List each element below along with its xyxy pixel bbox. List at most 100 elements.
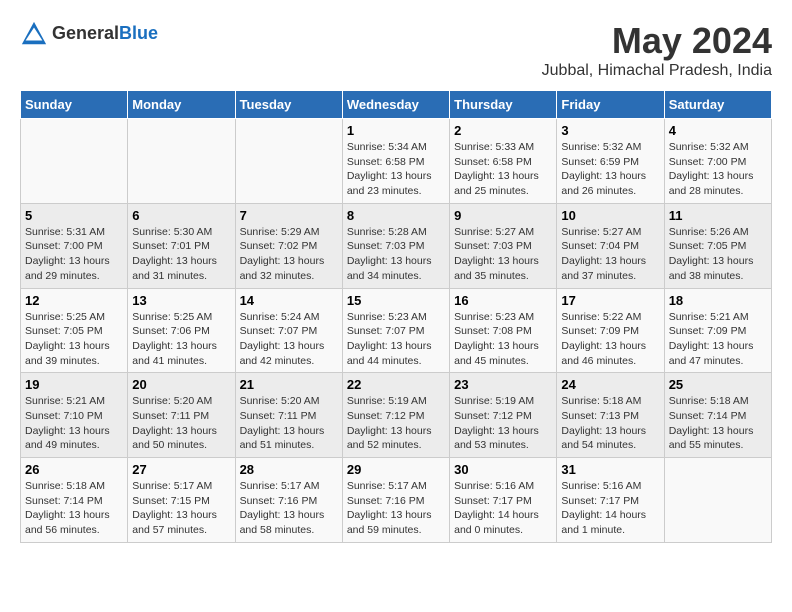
day-info: Sunrise: 5:20 AM Sunset: 7:11 PM Dayligh… [132,394,230,453]
calendar-cell: 10 Sunrise: 5:27 AM Sunset: 7:04 PM Dayli… [557,203,664,288]
day-number: 3 [561,123,659,138]
day-number: 21 [240,377,338,392]
calendar-cell: 22Sunrise: 5:19 AM Sunset: 7:12 PM Dayli… [342,373,449,458]
month-title: May 2024 [542,20,772,62]
day-info: Sunrise: 5:19 AM Sunset: 7:12 PM Dayligh… [454,394,552,453]
title-block: May 2024 Jubbal, Himachal Pradesh, India [542,20,772,80]
day-number: 6 [132,208,230,223]
calendar-cell: 30 Sunrise: 5:16 AM Sunset: 7:17 PM Dayli… [450,458,557,543]
day-number: 4 [669,123,767,138]
calendar-cell [664,458,771,543]
logo-general: GeneralBlue [52,24,158,44]
calendar-cell: 19 Sunrise: 5:21 AM Sunset: 7:10 PM Dayli… [21,373,128,458]
calendar-week-1: 1 Sunrise: 5:34 AM Sunset: 6:58 PM Daylig… [21,119,772,204]
day-info: Sunrise: 5:30 AM Sunset: 7:01 PM Dayligh… [132,225,230,284]
calendar-cell: 26 Sunrise: 5:18 AM Sunset: 7:14 PM Dayli… [21,458,128,543]
day-info: Sunrise: 5:25 AM Sunset: 7:06 PM Dayligh… [132,310,230,369]
day-number: 2 [454,123,552,138]
day-info: Sunrise: 5:28 AM Sunset: 7:03 PM Dayligh… [347,225,445,284]
day-number: 14 [240,293,338,308]
day-info: Sunrise: 5:17 AM Sunset: 7:16 PM Dayligh… [347,479,445,538]
calendar-cell: 6 Sunrise: 5:30 AM Sunset: 7:01 PM Daylig… [128,203,235,288]
calendar-cell: 13 Sunrise: 5:25 AM Sunset: 7:06 PM Dayli… [128,288,235,373]
calendar-cell [235,119,342,204]
day-number: 27 [132,462,230,477]
day-header-tuesday: Tuesday [235,91,342,119]
day-number: 18 [669,293,767,308]
calendar-cell: 29 Sunrise: 5:17 AM Sunset: 7:16 PM Dayli… [342,458,449,543]
location-title: Jubbal, Himachal Pradesh, India [542,62,772,80]
day-info: Sunrise: 5:29 AM Sunset: 7:02 PM Dayligh… [240,225,338,284]
calendar-cell: 7 Sunrise: 5:29 AM Sunset: 7:02 PM Daylig… [235,203,342,288]
day-info: Sunrise: 5:34 AM Sunset: 6:58 PM Dayligh… [347,140,445,199]
logo-icon [20,20,48,48]
day-header-monday: Monday [128,91,235,119]
day-info: Sunrise: 5:27 AM Sunset: 7:03 PM Dayligh… [454,225,552,284]
calendar-cell: 31Sunrise: 5:16 AM Sunset: 7:17 PM Dayli… [557,458,664,543]
day-number: 1 [347,123,445,138]
day-info: Sunrise: 5:21 AM Sunset: 7:10 PM Dayligh… [25,394,123,453]
day-number: 13 [132,293,230,308]
day-header-wednesday: Wednesday [342,91,449,119]
day-number: 15 [347,293,445,308]
calendar-cell: 18 Sunrise: 5:21 AM Sunset: 7:09 PM Dayli… [664,288,771,373]
day-number: 28 [240,462,338,477]
day-number: 30 [454,462,552,477]
day-info: Sunrise: 5:22 AM Sunset: 7:09 PM Dayligh… [561,310,659,369]
logo: GeneralBlue [20,20,158,48]
day-info: Sunrise: 5:21 AM Sunset: 7:09 PM Dayligh… [669,310,767,369]
day-info: Sunrise: 5:17 AM Sunset: 7:15 PM Dayligh… [132,479,230,538]
calendar-cell: 1 Sunrise: 5:34 AM Sunset: 6:58 PM Daylig… [342,119,449,204]
calendar-cell: 20 Sunrise: 5:20 AM Sunset: 7:11 PM Dayli… [128,373,235,458]
day-number: 19 [25,377,123,392]
day-info: Sunrise: 5:27 AM Sunset: 7:04 PM Dayligh… [561,225,659,284]
day-number: 16 [454,293,552,308]
calendar-cell: 8 Sunrise: 5:28 AM Sunset: 7:03 PM Daylig… [342,203,449,288]
day-number: 26 [25,462,123,477]
calendar-cell: 24 Sunrise: 5:18 AM Sunset: 7:13 PM Dayli… [557,373,664,458]
day-number: 25 [669,377,767,392]
day-info: Sunrise: 5:20 AM Sunset: 7:11 PM Dayligh… [240,394,338,453]
day-number: 10 [561,208,659,223]
calendar-cell: 5 Sunrise: 5:31 AM Sunset: 7:00 PM Daylig… [21,203,128,288]
day-number: 22 [347,377,445,392]
calendar-cell: 17 Sunrise: 5:22 AM Sunset: 7:09 PM Dayli… [557,288,664,373]
day-number: 17 [561,293,659,308]
calendar-cell: 23 Sunrise: 5:19 AM Sunset: 7:12 PM Dayli… [450,373,557,458]
calendar-cell: 21 Sunrise: 5:20 AM Sunset: 7:11 PM Dayli… [235,373,342,458]
day-info: Sunrise: 5:23 AM Sunset: 7:07 PM Dayligh… [347,310,445,369]
day-info: Sunrise: 5:18 AM Sunset: 7:14 PM Dayligh… [25,479,123,538]
day-info: Sunrise: 5:18 AM Sunset: 7:13 PM Dayligh… [561,394,659,453]
calendar-cell: 12Sunrise: 5:25 AM Sunset: 7:05 PM Dayli… [21,288,128,373]
day-info: Sunrise: 5:23 AM Sunset: 7:08 PM Dayligh… [454,310,552,369]
day-number: 7 [240,208,338,223]
calendar-cell [21,119,128,204]
day-info: Sunrise: 5:17 AM Sunset: 7:16 PM Dayligh… [240,479,338,538]
day-info: Sunrise: 5:16 AM Sunset: 7:17 PM Dayligh… [454,479,552,538]
day-header-sunday: Sunday [21,91,128,119]
calendar-week-2: 5 Sunrise: 5:31 AM Sunset: 7:00 PM Daylig… [21,203,772,288]
day-number: 31 [561,462,659,477]
day-number: 24 [561,377,659,392]
day-info: Sunrise: 5:32 AM Sunset: 7:00 PM Dayligh… [669,140,767,199]
calendar-cell: 27 Sunrise: 5:17 AM Sunset: 7:15 PM Dayli… [128,458,235,543]
calendar-cell: 14Sunrise: 5:24 AM Sunset: 7:07 PM Dayli… [235,288,342,373]
day-number: 20 [132,377,230,392]
day-info: Sunrise: 5:25 AM Sunset: 7:05 PM Dayligh… [25,310,123,369]
calendar-week-5: 26 Sunrise: 5:18 AM Sunset: 7:14 PM Dayli… [21,458,772,543]
calendar-cell: 4 Sunrise: 5:32 AM Sunset: 7:00 PM Daylig… [664,119,771,204]
calendar-cell: 2Sunrise: 5:33 AM Sunset: 6:58 PM Daylig… [450,119,557,204]
day-number: 5 [25,208,123,223]
day-info: Sunrise: 5:18 AM Sunset: 7:14 PM Dayligh… [669,394,767,453]
calendar-week-3: 12Sunrise: 5:25 AM Sunset: 7:05 PM Dayli… [21,288,772,373]
calendar-cell: 25 Sunrise: 5:18 AM Sunset: 7:14 PM Dayli… [664,373,771,458]
day-info: Sunrise: 5:31 AM Sunset: 7:00 PM Dayligh… [25,225,123,284]
day-number: 23 [454,377,552,392]
day-number: 8 [347,208,445,223]
day-number: 29 [347,462,445,477]
calendar-cell: 3Sunrise: 5:32 AM Sunset: 6:59 PM Daylig… [557,119,664,204]
calendar-cell: 28 Sunrise: 5:17 AM Sunset: 7:16 PM Dayli… [235,458,342,543]
calendar-cell: 11Sunrise: 5:26 AM Sunset: 7:05 PM Dayli… [664,203,771,288]
calendar-cell: 16 Sunrise: 5:23 AM Sunset: 7:08 PM Dayli… [450,288,557,373]
day-header-friday: Friday [557,91,664,119]
